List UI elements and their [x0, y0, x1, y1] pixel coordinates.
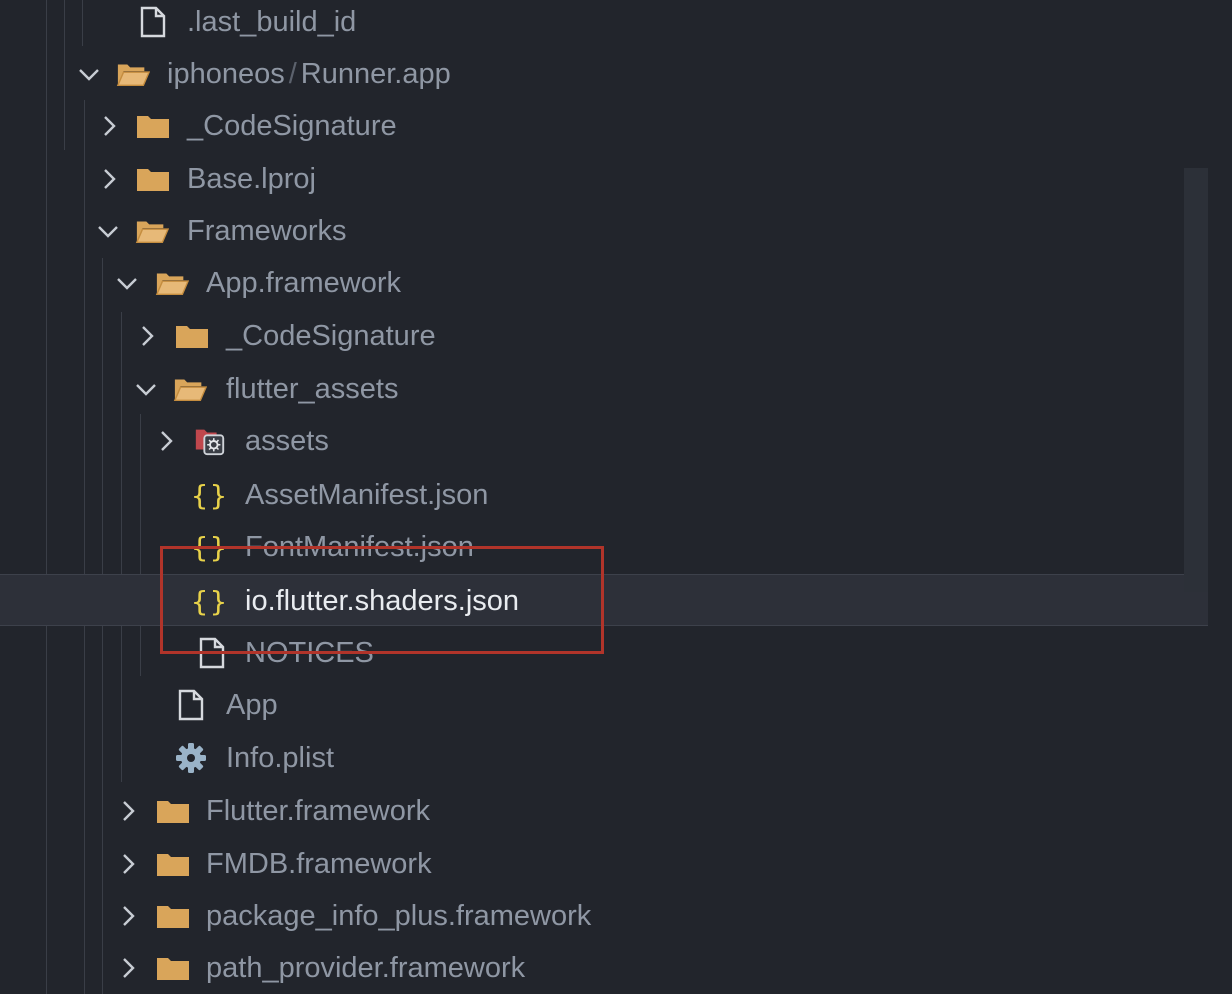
tree-item-label: FMDB.framework	[206, 848, 432, 880]
tree-item-iphoneos-runner-app[interactable]: iphoneos / Runner.app	[0, 48, 1208, 100]
annotation-highlight-box	[160, 546, 604, 654]
tree-item-info-plist[interactable]: Info.plist	[0, 732, 1208, 784]
chevron-right-icon[interactable]	[114, 838, 142, 890]
folder-icon	[156, 838, 190, 890]
tree-item-label: _CodeSignature	[187, 110, 397, 142]
vertical-scrollbar[interactable]	[1184, 168, 1208, 592]
file-icon	[174, 679, 208, 731]
folder-icon	[136, 153, 170, 205]
chevron-right-icon[interactable]	[152, 415, 180, 467]
tree-item-label: App.framework	[206, 267, 402, 299]
folder-icon	[156, 890, 190, 942]
tree-item-label: Flutter.framework	[206, 795, 430, 827]
chevron-down-icon[interactable]	[94, 205, 122, 257]
path-segment: iphoneos	[167, 58, 285, 90]
folder-icon	[175, 310, 209, 362]
folder-open-icon	[155, 257, 189, 309]
tree-item-label: Base.lproj	[187, 163, 316, 195]
tree-item-label: Info.plist	[226, 742, 334, 774]
tree-item-label: AssetManifest.json	[245, 479, 489, 511]
tree-item-label: assets	[245, 425, 329, 457]
chevron-right-icon[interactable]	[114, 785, 142, 837]
tree-item-assetmanifest-json[interactable]: {} AssetManifest.json	[0, 469, 1208, 521]
tree-item-label: Frameworks	[187, 215, 347, 247]
path-segment: Runner.app	[300, 58, 451, 90]
tree-item-label: flutter_assets	[226, 373, 399, 405]
folder-open-icon	[116, 48, 150, 100]
tree-item-codesignature[interactable]: _CodeSignature	[0, 310, 1208, 362]
tree-item-app-framework[interactable]: App.framework	[0, 257, 1208, 309]
tree-item-fmdb-framework[interactable]: FMDB.framework	[0, 838, 1208, 890]
folder-icon	[156, 942, 190, 994]
chevron-down-icon[interactable]	[132, 363, 160, 415]
file-explorer-tree: .last_build_id iphoneos / Runner.app _Code…	[0, 0, 1232, 994]
chevron-down-icon[interactable]	[75, 48, 103, 100]
chevron-right-icon[interactable]	[114, 890, 142, 942]
tree-item-flutter-framework[interactable]: Flutter.framework	[0, 785, 1208, 837]
folder-open-icon	[173, 363, 207, 415]
tree-item-frameworks[interactable]: Frameworks	[0, 205, 1208, 257]
tree-item-codesignature[interactable]: _CodeSignature	[0, 100, 1208, 152]
tree-item-base-lproj[interactable]: Base.lproj	[0, 153, 1208, 205]
chevron-down-icon[interactable]	[113, 257, 141, 309]
tree-item-app[interactable]: App	[0, 679, 1208, 731]
chevron-right-icon[interactable]	[133, 310, 161, 362]
gear-icon	[174, 732, 208, 784]
path-separator: /	[288, 58, 297, 90]
tree-item-label: iphoneos / Runner.app	[167, 48, 451, 100]
assets-folder-icon	[193, 415, 227, 467]
tree-item-label: .last_build_id	[187, 6, 357, 38]
json-icon: {}	[191, 478, 229, 512]
tree-item-label: _CodeSignature	[226, 320, 436, 352]
chevron-right-icon[interactable]	[95, 153, 123, 205]
tree-item-label: App	[226, 689, 278, 721]
tree-item-label: path_provider.framework	[206, 952, 526, 984]
folder-icon	[156, 785, 190, 837]
chevron-right-icon[interactable]	[114, 942, 142, 994]
chevron-right-icon[interactable]	[95, 100, 123, 152]
tree-item-assets[interactable]: assets	[0, 415, 1208, 467]
file-icon	[136, 0, 170, 48]
tree-item-package-info-plus-framework[interactable]: package_info_plus.framework	[0, 890, 1208, 942]
tree-item-label: package_info_plus.framework	[206, 900, 592, 932]
folder-icon	[136, 100, 170, 152]
tree-item-path-provider-framework[interactable]: path_provider.framework	[0, 942, 1208, 994]
folder-open-icon	[135, 205, 169, 257]
tree-item-last-build-id[interactable]: .last_build_id	[0, 0, 1208, 48]
tree-item-flutter-assets[interactable]: flutter_assets	[0, 363, 1208, 415]
